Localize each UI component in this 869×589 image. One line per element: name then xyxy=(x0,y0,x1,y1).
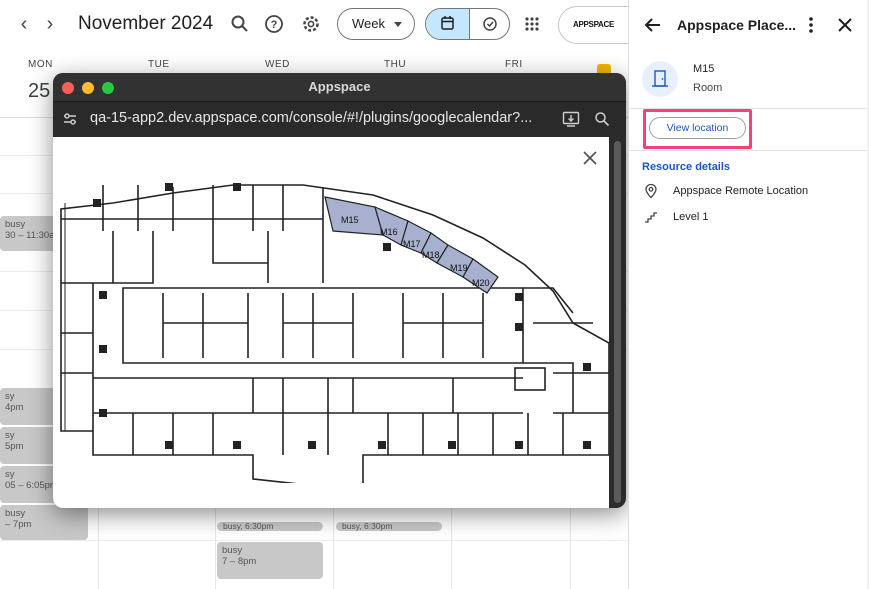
location-text: Appspace Remote Location xyxy=(673,185,809,197)
gear-icon[interactable] xyxy=(297,10,325,38)
view-select-label: Week xyxy=(352,16,385,31)
floor-map: M15 M16 M17 M18 M19 M20 xyxy=(53,137,609,508)
close-icon[interactable] xyxy=(836,16,854,34)
day-name-thu: THU xyxy=(384,59,407,70)
account-brand-chip[interactable]: APPSPACE xyxy=(558,6,638,44)
event-time: 05 – 6:05pm xyxy=(5,480,56,491)
zoom-icon[interactable] xyxy=(594,111,610,127)
calendar-event-pill[interactable]: busy, 6:30pm xyxy=(217,522,323,531)
day-name-fri: FRI xyxy=(505,59,523,70)
arrow-back-icon[interactable] xyxy=(643,15,663,35)
room-label[interactable]: M20 xyxy=(472,278,490,288)
brand-logo-text: APPSPACE xyxy=(573,20,615,29)
resource-details-heading: Resource details xyxy=(642,161,731,173)
event-title: sy xyxy=(5,469,15,480)
room-type: Room xyxy=(693,82,723,94)
room-label[interactable]: M16 xyxy=(380,227,398,237)
window-titlebar: Appspace xyxy=(53,73,626,101)
url-text[interactable]: qa-15-app2.dev.appspace.com/console/#!/p… xyxy=(90,110,532,126)
apps-grid-icon[interactable] xyxy=(524,16,540,32)
divider xyxy=(629,150,869,151)
calendar-event[interactable]: sy 4pm xyxy=(0,388,56,425)
day-name-mon: MON xyxy=(28,59,53,70)
room-label[interactable]: M18 xyxy=(422,250,440,260)
more-vert-icon[interactable] xyxy=(805,15,817,35)
calendar-event[interactable]: sy 5pm xyxy=(0,427,56,464)
grid-row-line xyxy=(0,540,628,541)
stairs-icon xyxy=(645,212,657,223)
caret-down-icon xyxy=(394,22,402,27)
view-toggle xyxy=(425,8,510,40)
calendar-icon xyxy=(441,16,454,30)
day-number-mon[interactable]: 25 xyxy=(28,80,50,103)
room-label[interactable]: M17 xyxy=(403,239,421,249)
room-door-icon xyxy=(652,70,668,87)
view-location-button[interactable]: View location xyxy=(649,117,746,139)
event-time: 4pm xyxy=(5,402,24,413)
level-text: Level 1 xyxy=(673,211,709,223)
close-icon[interactable] xyxy=(581,149,599,167)
event-title: busy xyxy=(5,508,26,519)
calendar-event[interactable]: busy 30 – 11:30a xyxy=(0,216,56,251)
room-label[interactable]: M15 xyxy=(341,215,359,225)
help-icon[interactable]: ? xyxy=(260,10,288,38)
chevron-left-icon[interactable]: ‹ xyxy=(12,12,36,36)
calendar-view-button[interactable] xyxy=(426,9,469,39)
day-name-wed: WED xyxy=(265,59,290,70)
location-pin-icon xyxy=(645,183,657,199)
event-time: 5pm xyxy=(5,441,24,452)
day-name-tue: TUE xyxy=(148,59,170,70)
event-time: 7 – 8pm xyxy=(222,556,257,567)
event-time: 30 – 11:30a xyxy=(5,230,55,241)
url-bar: qa-15-app2.dev.appspace.com/console/#!/p… xyxy=(53,101,626,138)
tasks-view-button[interactable] xyxy=(469,9,509,39)
site-settings-icon[interactable] xyxy=(62,111,78,127)
window-scrollbar[interactable] xyxy=(614,141,621,503)
calendar-header: ‹ › November 2024 ? Week APPSPACE xyxy=(0,0,638,50)
install-icon[interactable] xyxy=(562,111,580,127)
chevron-right-icon[interactable]: › xyxy=(38,12,62,36)
resource-panel: Appspace Place... M15 Room View location… xyxy=(628,0,869,589)
svg-text:?: ? xyxy=(271,19,278,31)
room-name: M15 xyxy=(693,63,715,75)
event-title: busy xyxy=(5,219,26,230)
room-avatar xyxy=(642,61,678,97)
window-title: Appspace xyxy=(308,79,371,94)
calendar-title: November 2024 xyxy=(78,13,214,34)
panel-title: Appspace Place... xyxy=(677,17,797,33)
event-title: busy xyxy=(222,545,243,556)
view-select-button[interactable]: Week xyxy=(337,8,415,40)
task-icon xyxy=(483,17,497,31)
calendar-event-pill[interactable]: busy, 6:30pm xyxy=(336,522,442,531)
appspace-window: Appspace qa-15-app2.dev.appspace.com/con… xyxy=(53,73,626,508)
event-title: sy xyxy=(5,391,15,402)
calendar-event[interactable]: busy – 7pm xyxy=(0,505,88,540)
room-label[interactable]: M19 xyxy=(450,263,468,273)
floor-plan-drawing: M15 M16 M17 M18 M19 M20 xyxy=(60,183,609,483)
calendar-event[interactable]: sy 05 – 6:05pm xyxy=(0,466,56,503)
event-title: sy xyxy=(5,430,15,441)
event-time: – 7pm xyxy=(5,519,32,530)
search-icon[interactable] xyxy=(226,10,254,38)
calendar-event[interactable]: busy 7 – 8pm xyxy=(217,542,323,579)
